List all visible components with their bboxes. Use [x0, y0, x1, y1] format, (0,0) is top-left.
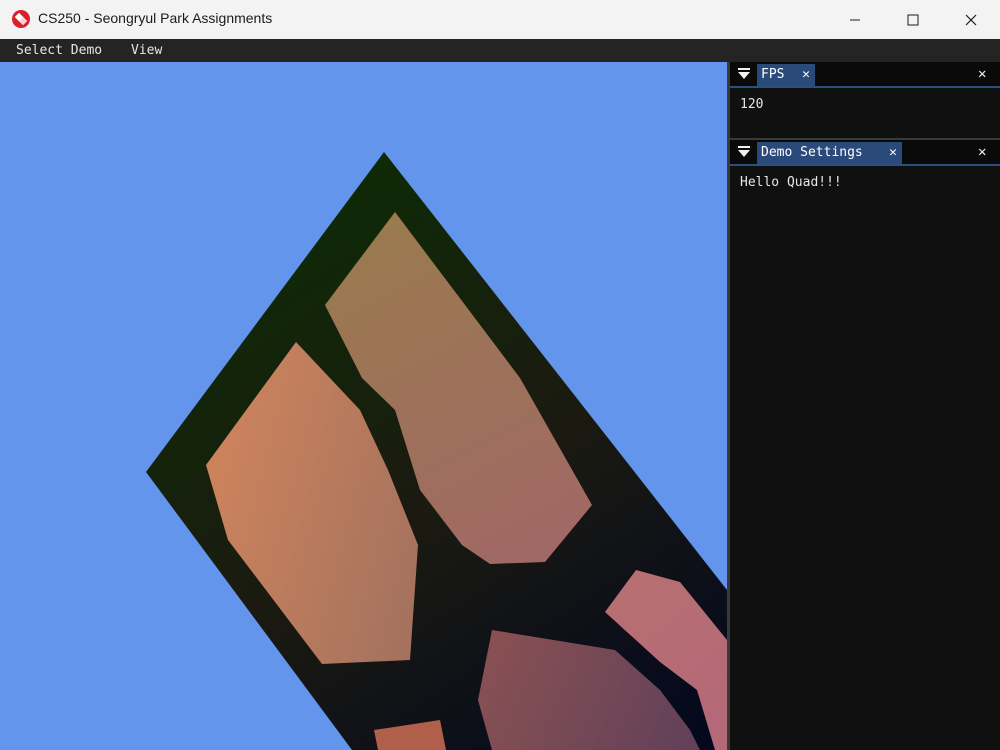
maximize-icon	[907, 14, 919, 25]
fps-panel-close-icon[interactable]: ✕	[978, 66, 986, 82]
rendered-quad	[146, 152, 727, 750]
tab-demo-settings-close-icon[interactable]: ✕	[889, 142, 897, 164]
render-viewport[interactable]	[0, 62, 727, 750]
close-button[interactable]	[942, 0, 1000, 39]
minimize-button[interactable]	[826, 0, 884, 39]
menu-select-demo[interactable]: Select Demo	[16, 43, 102, 58]
tab-fps[interactable]: FPS ✕	[757, 64, 815, 86]
tab-demo-settings[interactable]: Demo Settings ✕	[757, 142, 902, 164]
tab-fps-close-icon[interactable]: ✕	[802, 64, 810, 86]
menu-bar: Select Demo View	[0, 39, 1000, 62]
maximize-button[interactable]	[884, 0, 942, 39]
fps-value: 120	[740, 97, 764, 112]
title-bar: CS250 - Seongryul Park Assignments	[0, 0, 1000, 39]
fps-collapse-icon[interactable]	[738, 72, 750, 79]
app-icon	[12, 10, 30, 28]
demo-settings-text: Hello Quad!!!	[740, 175, 842, 190]
fps-collapse-bar	[738, 68, 750, 70]
demo-settings-collapse-icon[interactable]	[738, 150, 750, 157]
demo-settings-collapse-bar	[738, 146, 750, 148]
close-icon	[965, 14, 977, 25]
tab-demo-settings-label: Demo Settings	[761, 145, 863, 160]
window-title: CS250 - Seongryul Park Assignments	[38, 10, 273, 26]
tab-fps-label: FPS	[761, 67, 785, 82]
demo-settings-panel-close-icon[interactable]: ✕	[978, 144, 986, 160]
minimize-icon	[850, 19, 860, 20]
menu-view[interactable]: View	[131, 43, 162, 58]
